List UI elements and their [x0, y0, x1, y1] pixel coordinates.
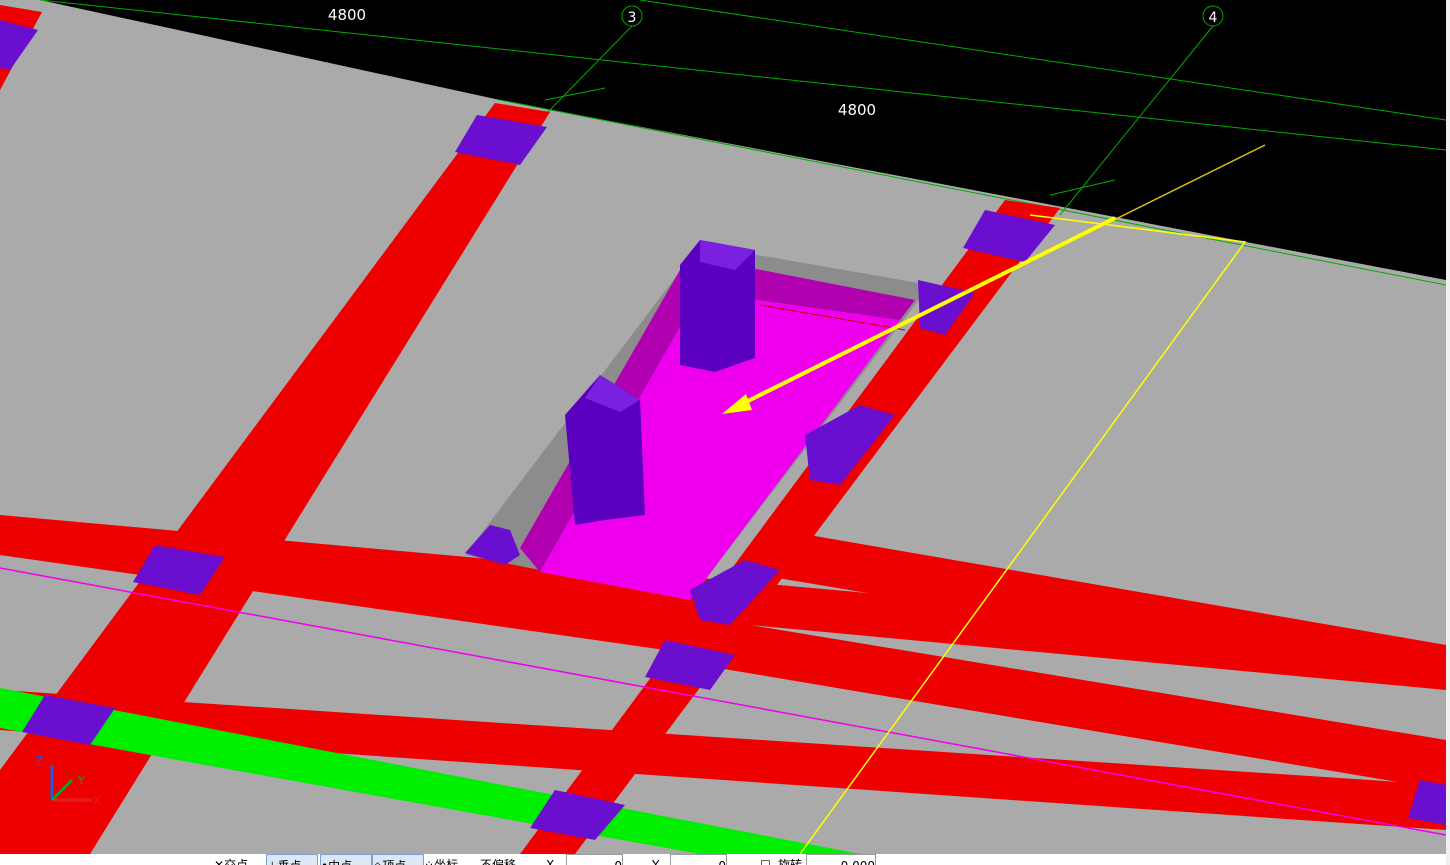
- snap-label: 垂点: [277, 859, 301, 865]
- intersection-icon: ✕: [214, 858, 225, 865]
- snap-label: 顶点: [382, 859, 406, 865]
- snap-label: 坐标: [434, 858, 459, 865]
- rotate-checkbox[interactable]: ☐: [760, 854, 771, 865]
- y-label: Y: [652, 858, 660, 865]
- x-label: X: [546, 858, 555, 865]
- snap-vertex[interactable]: ◇顶点: [372, 854, 424, 865]
- snap-coordinate[interactable]: ⁘坐标: [424, 854, 458, 865]
- vertical-scrollbar[interactable]: [1446, 0, 1450, 865]
- dimension-label: 4800: [328, 6, 366, 24]
- ucs-y-label: Y: [77, 774, 85, 787]
- rotate-angle-input[interactable]: 0.000: [806, 854, 876, 865]
- axis-bubble-label: 3: [628, 10, 637, 26]
- vertex-icon: ◇: [373, 859, 382, 865]
- coordinate-icon: ⁘: [424, 858, 435, 865]
- offset-mode-select[interactable]: 不偏移: [480, 854, 516, 865]
- pit-column-back[interactable]: [680, 240, 755, 372]
- snap-label: 交点: [224, 858, 249, 865]
- snap-label: 中点: [328, 859, 352, 865]
- y-offset-input[interactable]: 0: [670, 854, 727, 865]
- dimension-label: 4800: [838, 101, 876, 119]
- rotate-label: 旋转: [778, 858, 803, 865]
- snap-toolbar: ✕交点 ⊥垂点 •中点 ◇顶点 ⁘坐标 不偏移 X 0 Y 0 ☐ 旋转 0.0…: [208, 854, 888, 865]
- snap-perpendicular[interactable]: ⊥垂点: [266, 854, 318, 865]
- ucs-z-label: Z: [36, 754, 44, 767]
- snap-midpoint[interactable]: •中点: [320, 854, 372, 865]
- axis-bubble-label: 4: [1209, 10, 1218, 26]
- perpendicular-icon: ⊥: [267, 859, 277, 865]
- x-offset-input[interactable]: 0: [566, 854, 623, 865]
- 3d-model-viewport[interactable]: 3 4 4800 4800 Z Y X: [0, 0, 1450, 865]
- snap-intersection[interactable]: ✕交点: [214, 854, 248, 865]
- ucs-x-label: X: [93, 794, 101, 807]
